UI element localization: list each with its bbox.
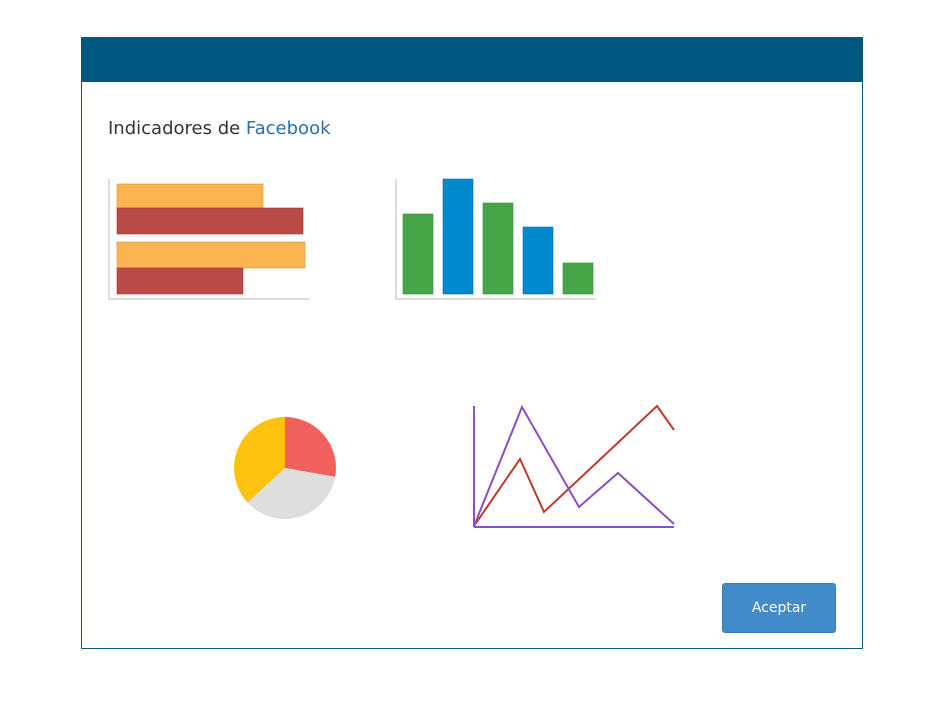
dialog-header: [82, 38, 862, 82]
hbar-4: [116, 267, 244, 295]
line-series-purple: [473, 404, 675, 527]
hbar-3: [116, 241, 306, 269]
vbar-2: [442, 178, 474, 295]
dialog-title-prefix: Indicadores de: [108, 118, 246, 139]
hbar-1: [116, 183, 264, 209]
vertical-bar-chart-icon: [395, 178, 596, 300]
pie-chart-icon: [234, 417, 336, 519]
pie-slice-red: [285, 417, 336, 477]
horizontal-bar-chart-icon: [108, 179, 309, 300]
line-chart-icon: [473, 404, 675, 528]
vbar-5: [562, 262, 594, 295]
hbar-2: [116, 207, 304, 235]
accept-button[interactable]: Aceptar: [722, 583, 836, 633]
vbar-1: [402, 213, 434, 295]
dialog-title-accent: Facebook: [245, 118, 331, 139]
vbar-4: [522, 226, 554, 295]
line-series-red: [473, 404, 675, 527]
vbar-3: [482, 202, 514, 295]
dialog-title: Indicadores de Facebook: [108, 118, 331, 139]
indicators-dialog: Indicadores de Facebook Aceptar: [81, 37, 863, 649]
